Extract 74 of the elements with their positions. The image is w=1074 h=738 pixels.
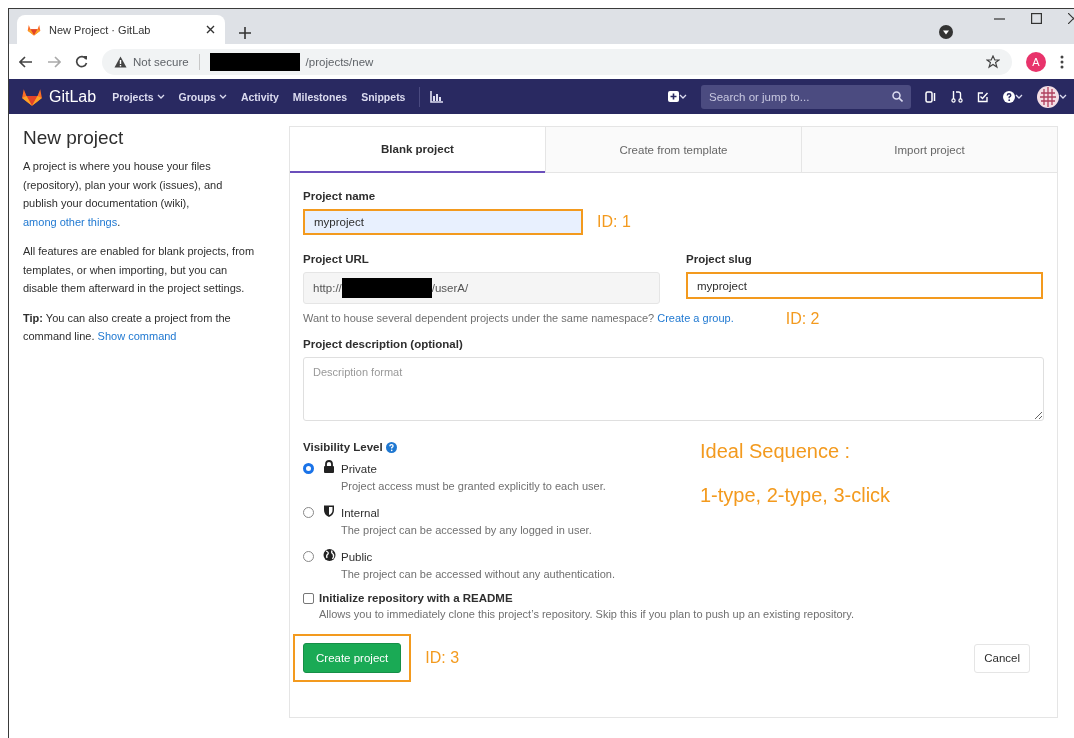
field-label: Project description (optional) <box>303 338 464 350</box>
project-name-field[interactable]: myproject <box>303 209 583 235</box>
option-description: The project can be accessed by any logged in user. <box>341 523 593 538</box>
brand-name[interactable]: GitLab <box>49 87 97 106</box>
field-label: Project URL <box>303 253 370 265</box>
annotation-note: Ideal Sequence : <box>700 439 852 464</box>
chevron-down-icon <box>679 94 687 99</box>
sidebar-paragraph: Tip: You can also create a project from the command line. Show command <box>23 310 232 344</box>
nav-link[interactable]: Snippets <box>361 90 406 103</box>
chevron-down-icon <box>1059 94 1067 99</box>
text-link[interactable]: Show command <box>97 330 177 342</box>
chevron-down-icon <box>156 94 165 99</box>
sidebar-paragraph: All features are enabled for blank projects, from templates, or when importing, but you can disable them afterward in the project settings. <box>23 244 255 296</box>
browser-tab[interactable]: New Project · GitLab <box>17 15 225 44</box>
page-title: New project <box>23 127 125 149</box>
radio-button[interactable] <box>303 551 314 562</box>
chevron-down-icon <box>1015 94 1023 99</box>
star-icon[interactable] <box>986 54 1000 69</box>
cancel-button[interactable]: Cancel <box>974 643 1030 673</box>
form-tab[interactable]: Import project <box>801 127 1057 173</box>
checkbox-label[interactable]: Initialize repository with a README <box>319 592 513 604</box>
annotation-note: 1-type, 2-type, 3-click <box>700 483 891 508</box>
back-arrow-icon[interactable] <box>19 55 33 68</box>
tab-title: New Project · GitLab <box>49 23 152 36</box>
url-text: /projects/new <box>305 55 374 68</box>
merge-request-icon[interactable] <box>951 90 963 103</box>
annotation-label: ID: 2 <box>785 310 820 328</box>
nav-link[interactable]: Milestones <box>292 90 348 103</box>
sidebar-panel-icon[interactable] <box>925 90 937 103</box>
nav-link[interactable]: Groups <box>178 90 227 103</box>
plus-square-icon[interactable] <box>668 91 679 102</box>
url-prefix: http:// <box>313 282 342 294</box>
option-description: The project can be accessed without any authentication. <box>341 567 616 582</box>
field-label: Visibility Level <box>303 441 383 453</box>
warning-icon <box>114 55 127 68</box>
more-menu-icon[interactable] <box>1060 54 1064 69</box>
text-link[interactable]: Create a group. <box>657 312 734 324</box>
profile-avatar[interactable]: A <box>1026 51 1046 72</box>
lock-icon <box>323 460 336 474</box>
form-tab[interactable]: Create from template <box>545 127 801 173</box>
description-field[interactable]: Description format <box>303 357 1044 421</box>
security-label: Not secure <box>133 55 189 68</box>
option-label[interactable]: Public <box>341 548 700 566</box>
project-slug-field[interactable]: myproject <box>686 272 1043 299</box>
address-bar[interactable]: Not secure /projects/new <box>102 48 1012 75</box>
sidebar-paragraph: A project is where you house your files (repository), plan your work (issues), and publish your documentation (wiki), among other things. <box>23 159 224 230</box>
field-label: Project slug <box>686 253 753 265</box>
help-text: Want to house several dependent projects under the same namespace? Create a group. <box>303 312 734 324</box>
option-label[interactable]: Internal <box>341 504 700 522</box>
radio-button[interactable] <box>303 507 314 518</box>
url-suffix: /userA/ <box>431 282 469 294</box>
help-icon[interactable] <box>1003 90 1015 103</box>
avatar-icon[interactable] <box>1037 85 1059 108</box>
search-field[interactable]: Search or jump to... <box>701 84 911 109</box>
annotation-label: ID: 1 <box>597 213 631 231</box>
globe-icon <box>323 548 336 562</box>
close-icon[interactable] <box>206 25 215 34</box>
bar-chart-icon[interactable] <box>430 90 444 103</box>
nav-link[interactable]: Projects <box>112 90 165 103</box>
reload-icon[interactable] <box>75 55 88 68</box>
plus-icon[interactable] <box>239 27 251 39</box>
option-description: Project access must be granted explicitly to each user. <box>341 479 607 494</box>
option-label[interactable]: Private <box>341 460 700 478</box>
radio-button[interactable] <box>303 463 314 474</box>
field-label: Project name <box>303 190 377 202</box>
help-text: Allows you to immediately clone this project’s repository. Skip this if you plan to push up an existing repository. <box>319 608 855 620</box>
todo-check-icon[interactable] <box>977 90 989 103</box>
shield-icon <box>323 504 336 518</box>
annotation-label: ID: 3 <box>425 649 460 667</box>
search-icon[interactable] <box>892 90 903 102</box>
maximize-icon[interactable] <box>1031 13 1042 24</box>
chevron-down-icon <box>218 94 227 99</box>
checkbox[interactable] <box>303 592 314 604</box>
nav-link[interactable]: Activity <box>240 90 279 103</box>
